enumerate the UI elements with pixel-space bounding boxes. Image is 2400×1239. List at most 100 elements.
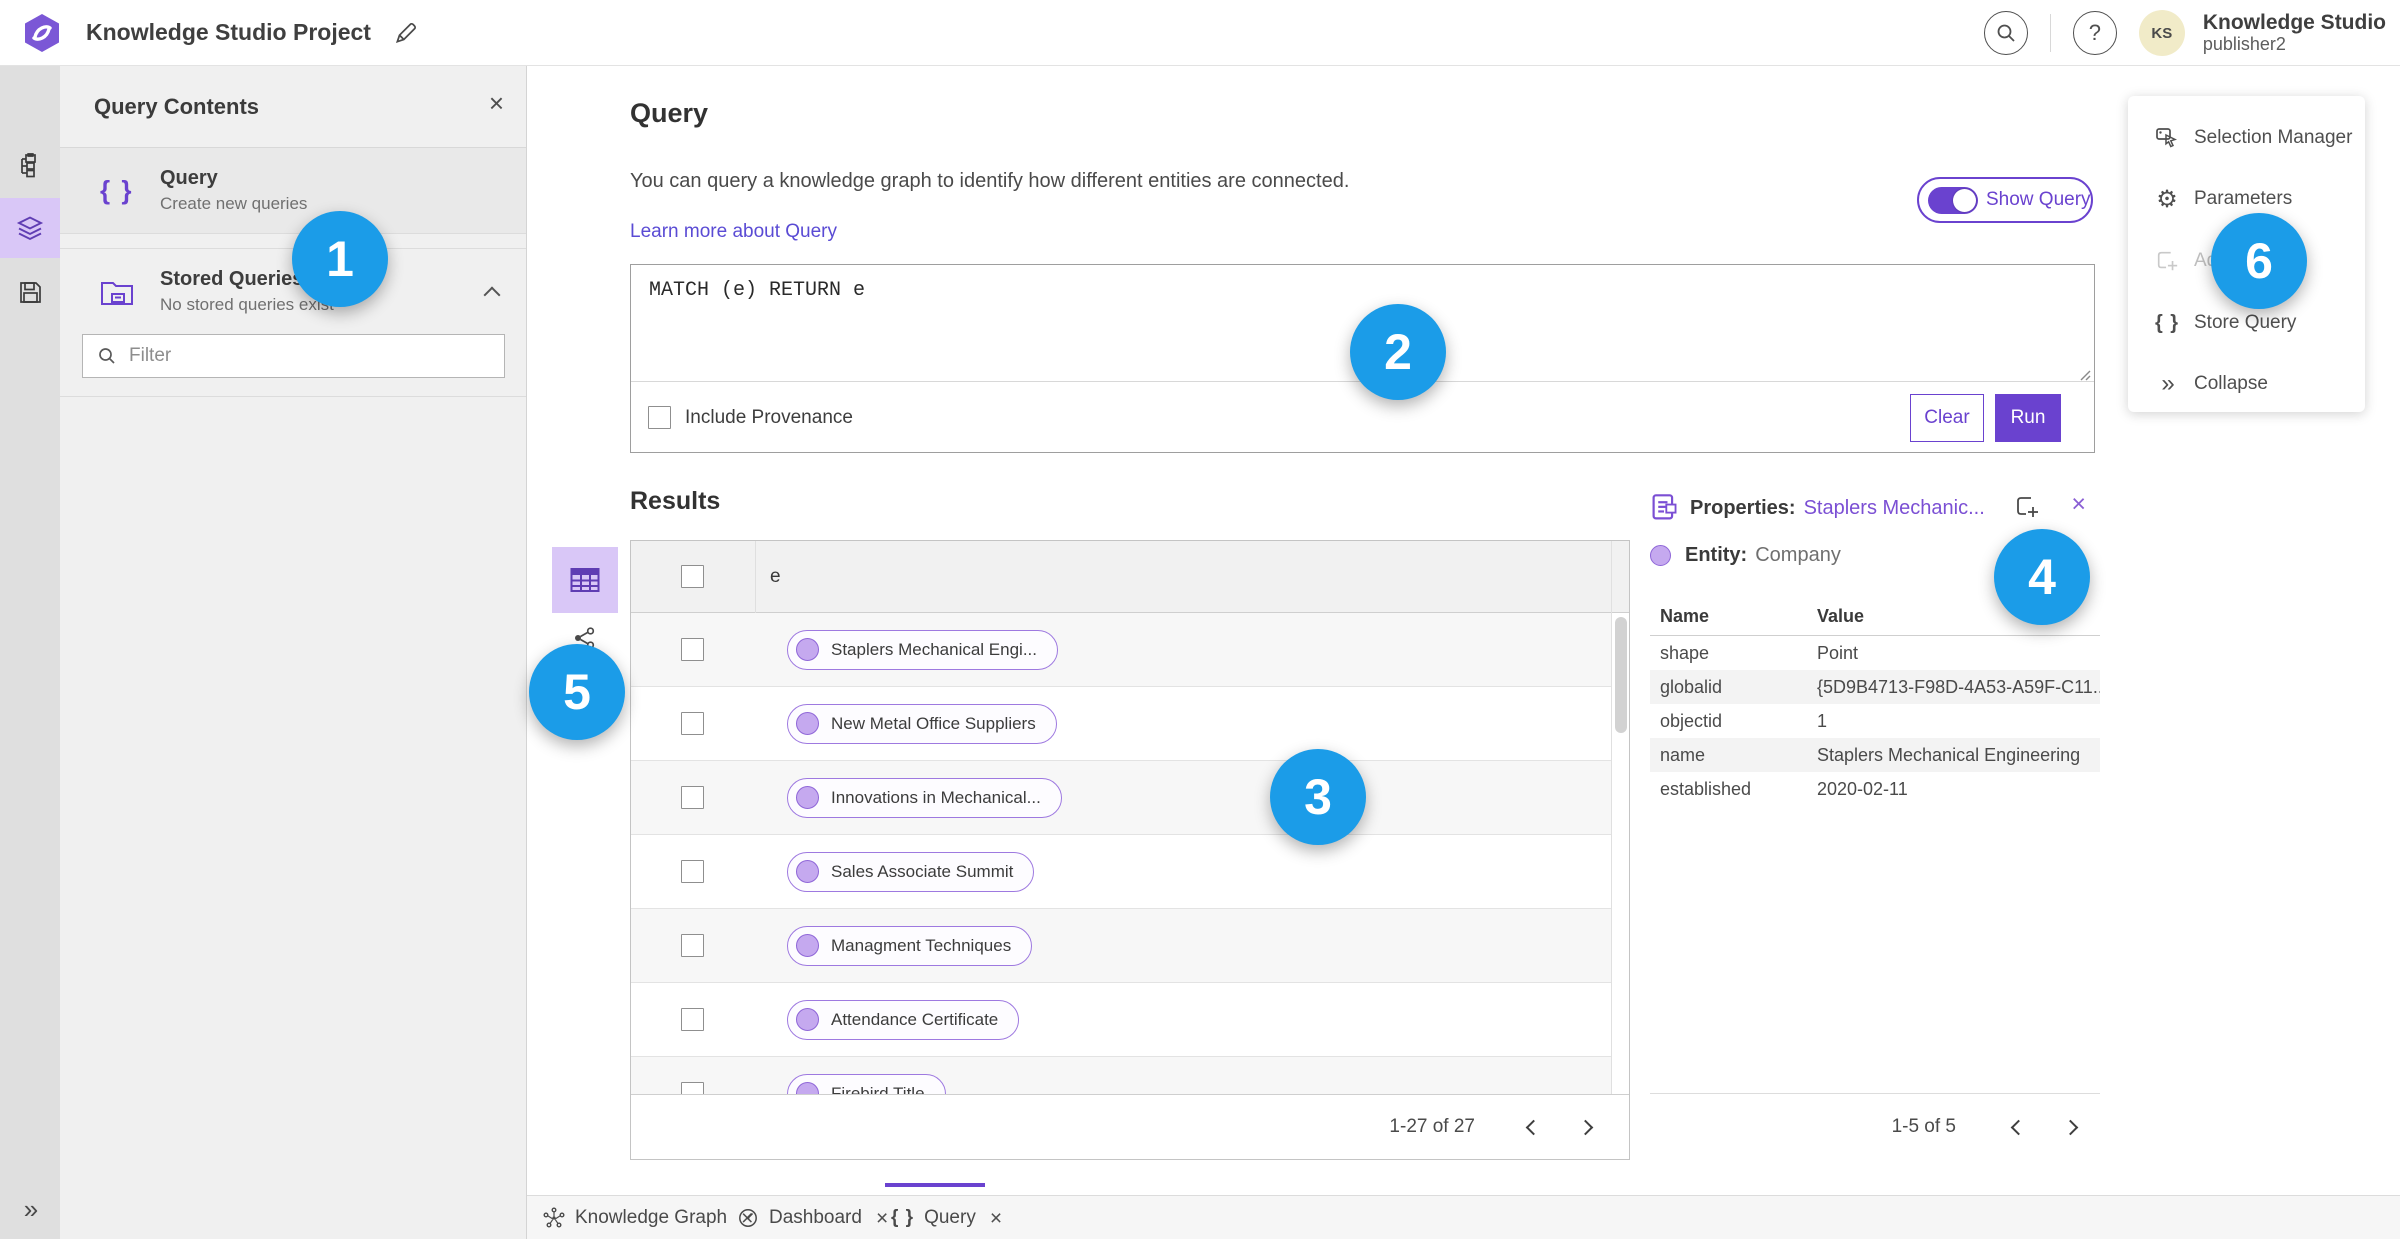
parameters-item[interactable]: ⚙ Parameters xyxy=(2128,179,2365,219)
selection-manager-label: Selection Manager xyxy=(2194,127,2353,148)
table-row[interactable]: Sales Associate Summit xyxy=(631,835,1629,909)
edit-title-icon[interactable] xyxy=(393,20,419,46)
property-row: globalid {5D9B4713-F98D-4A53-A59F-C11... xyxy=(1650,670,2100,704)
bottom-tab-bar: Knowledge Graph × Dashboard × { } Query … xyxy=(527,1195,2400,1239)
close-panel-icon[interactable]: × xyxy=(489,90,504,116)
layers-icon xyxy=(16,216,44,241)
entity-chip[interactable]: Attendance Certificate xyxy=(787,999,1020,1040)
row-checkbox[interactable] xyxy=(681,934,704,957)
results-title: Results xyxy=(630,487,721,515)
knowledge-graph-icon xyxy=(543,1207,565,1229)
table-view-button[interactable] xyxy=(552,547,618,613)
entity-chip-label: Innovations in Mechanical... xyxy=(831,787,1041,807)
entity-dot-icon xyxy=(796,1008,819,1031)
close-properties-icon[interactable]: × xyxy=(2071,492,2086,517)
entity-chip[interactable]: Firebird Title xyxy=(787,1073,946,1096)
expand-rail-button[interactable]: » xyxy=(0,1194,60,1225)
row-checkbox[interactable] xyxy=(681,786,704,809)
row-checkbox[interactable] xyxy=(681,860,704,883)
selection-manager-item[interactable]: Selection Manager xyxy=(2128,118,2365,158)
topbar-right: ? KS Knowledge Studio publisher2 xyxy=(1983,0,2386,66)
property-value: 2020-02-11 xyxy=(1817,778,1908,799)
table-row[interactable]: Firebird Title xyxy=(631,1057,1629,1096)
scrollbar-thumb[interactable] xyxy=(1615,617,1627,733)
tab-knowledge-graph[interactable]: Knowledge Graph × xyxy=(543,1196,753,1239)
property-name: name xyxy=(1660,744,1706,765)
include-provenance-checkbox[interactable] xyxy=(648,406,671,429)
contents-item-query[interactable]: { } Query Create new queries xyxy=(60,148,526,234)
entity-chip[interactable]: New Metal Office Suppliers xyxy=(787,703,1057,744)
braces-icon: { } xyxy=(891,1207,915,1228)
resize-handle-icon[interactable] xyxy=(2077,367,2091,381)
entity-dot-icon xyxy=(796,712,819,735)
property-row: name Staplers Mechanical Engineering xyxy=(1650,738,2100,772)
run-button[interactable]: Run xyxy=(1995,394,2061,442)
query-item-title: Query xyxy=(160,167,218,189)
user-block[interactable]: Knowledge Studio publisher2 xyxy=(2203,11,2386,55)
learn-more-link[interactable]: Learn more about Query xyxy=(630,221,837,243)
add-to-icon xyxy=(2152,249,2182,273)
search-button[interactable] xyxy=(1983,11,2028,55)
clear-button[interactable]: Clear xyxy=(1910,394,1984,442)
active-tab-indicator xyxy=(885,1183,985,1187)
entity-chip[interactable]: Staplers Mechanical Engi... xyxy=(787,629,1058,670)
layers-rail-button[interactable] xyxy=(0,198,60,258)
query-section-title: Query xyxy=(630,98,709,128)
entity-chip[interactable]: Managment Techniques xyxy=(787,925,1033,966)
save-icon xyxy=(19,281,41,303)
close-tab-icon[interactable]: × xyxy=(990,1208,1002,1229)
collapse-label: Collapse xyxy=(2194,373,2268,394)
save-rail-button[interactable] xyxy=(0,262,60,322)
table-row[interactable]: Innovations in Mechanical... xyxy=(631,761,1629,835)
entity-dot-icon xyxy=(796,638,819,661)
properties-next-page-button[interactable] xyxy=(2048,1105,2092,1149)
user-role: publisher2 xyxy=(2202,34,2286,55)
toggle-switch[interactable] xyxy=(1928,186,1978,214)
left-icon-rail: » xyxy=(0,66,60,1239)
collapse-item[interactable]: » Collapse xyxy=(2128,364,2365,404)
row-checkbox[interactable] xyxy=(681,712,704,735)
close-tab-icon[interactable]: × xyxy=(876,1208,888,1229)
tab-query[interactable]: { } Query × xyxy=(891,1196,1002,1239)
table-row[interactable]: New Metal Office Suppliers xyxy=(631,687,1629,761)
entity-dot-icon xyxy=(796,786,819,809)
selected-entity-link[interactable]: Staplers Mechanic... xyxy=(1804,497,1985,520)
schema-rail-button[interactable] xyxy=(0,136,60,196)
help-button[interactable]: ? xyxy=(2072,11,2117,55)
properties-prev-page-button[interactable] xyxy=(1996,1105,2040,1149)
tab-dashboard[interactable]: Dashboard × xyxy=(737,1196,888,1239)
select-all-checkbox[interactable] xyxy=(681,565,704,588)
user-avatar[interactable]: KS xyxy=(2138,10,2185,56)
gear-icon: ⚙ xyxy=(2156,185,2178,213)
chevron-right-icon xyxy=(2062,1119,2078,1135)
results-prev-page-button[interactable] xyxy=(1511,1105,1555,1149)
add-to-selection-icon[interactable] xyxy=(2014,494,2040,520)
show-query-toggle[interactable]: Show Query xyxy=(1917,177,2093,223)
filter-input[interactable] xyxy=(129,345,504,367)
filter-search-icon xyxy=(99,348,115,364)
annotation-badge-3: 3 xyxy=(1270,749,1366,845)
toggle-knob xyxy=(1953,188,1976,212)
tab-label: Dashboard xyxy=(769,1207,862,1228)
results-pagination: 1-27 of 27 xyxy=(631,1094,1629,1159)
row-checkbox[interactable] xyxy=(681,1008,704,1031)
table-row[interactable]: Attendance Certificate xyxy=(631,983,1629,1057)
entity-label: Entity: xyxy=(1685,543,1748,566)
row-checkbox[interactable] xyxy=(681,638,704,661)
entity-chip-label: Attendance Certificate xyxy=(831,1009,999,1029)
column-header-e: e xyxy=(770,565,781,587)
store-query-item[interactable]: { } Store Query xyxy=(2128,303,2365,343)
collapse-section-icon[interactable] xyxy=(483,286,501,304)
table-row[interactable]: Managment Techniques xyxy=(631,909,1629,983)
stored-queries-filter[interactable] xyxy=(82,334,505,378)
properties-range-label: 1-5 of 5 xyxy=(1891,1116,1956,1137)
query-footer-row: Include Provenance Clear Run xyxy=(631,382,2094,453)
dashboard-icon xyxy=(737,1207,759,1229)
results-scrollbar[interactable] xyxy=(1611,541,1629,1096)
entity-chip[interactable]: Innovations in Mechanical... xyxy=(787,777,1062,818)
chevron-right-icon xyxy=(1577,1119,1593,1135)
property-name: globalid xyxy=(1660,676,1723,697)
table-row[interactable]: Staplers Mechanical Engi... xyxy=(631,613,1629,687)
results-next-page-button[interactable] xyxy=(1563,1105,1607,1149)
entity-chip[interactable]: Sales Associate Summit xyxy=(787,851,1035,892)
